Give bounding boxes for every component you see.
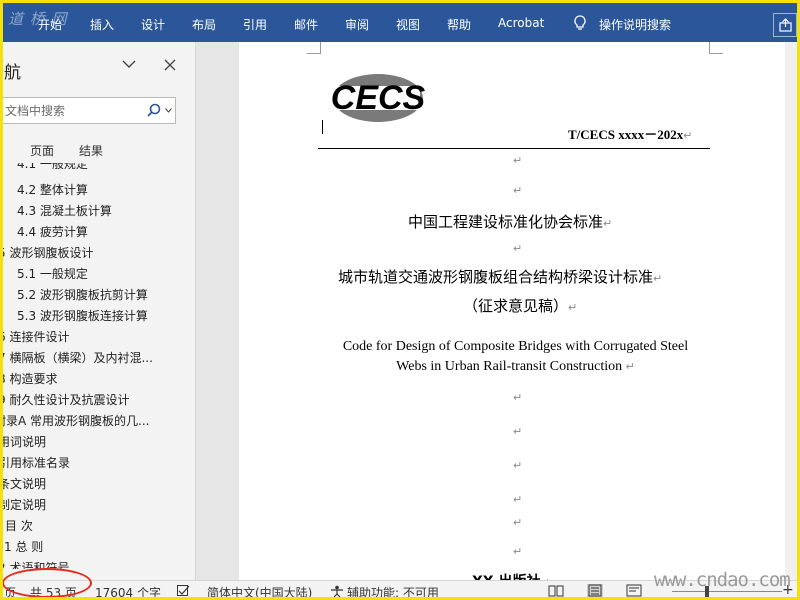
document-subtitle-cn: （征求意见稿）↵ [463,295,577,316]
paragraph-mark: ↵ [568,301,578,314]
search-icon[interactable] [147,103,161,117]
paragraph-mark: ↵ [513,545,523,558]
paragraph-mark: ↵ [625,361,635,373]
text-cursor [322,120,323,134]
tab-references[interactable]: 引用 [243,16,267,33]
heading-item[interactable]: 4.2 整体计算 [17,181,88,198]
heading-item[interactable]: 引用标准名录 [0,454,70,471]
tab-insert[interactable]: 插入 [90,16,114,33]
heading-item[interactable]: 制定说明 [0,496,46,513]
paragraph-mark: ↵ [513,493,523,506]
proofing-icon[interactable] [177,585,190,597]
heading-item[interactable]: 6 连接件设计 [0,328,69,345]
close-icon[interactable] [164,59,176,71]
paragraph-mark: ↵ [683,130,693,142]
heading-item[interactable]: 条文说明 [0,475,46,492]
tab-help[interactable]: 帮助 [447,16,471,33]
paragraph-mark: ↵ [513,154,523,167]
heading-item[interactable]: 1 总 则 [4,538,43,555]
heading-item[interactable]: 用词说明 [0,433,46,450]
heading-item[interactable]: 4.3 混凝土板计算 [17,202,112,219]
heading-item[interactable]: 目 次 [5,517,33,534]
nav-search-box[interactable] [0,97,176,124]
header-rule [318,148,710,149]
tab-view[interactable]: 视图 [396,16,420,33]
document-title-cn-text: 城市轨道交通波形钢腹板组合结构桥梁设计标准 [338,268,654,286]
search-options-chevron-icon[interactable] [165,108,172,113]
heading-item[interactable]: 4.4 疲劳计算 [17,223,88,240]
paragraph-mark: ↵ [513,425,523,438]
cecs-logo-text: CECS [331,79,426,117]
tab-design[interactable]: 设计 [141,16,165,33]
share-icon [779,18,792,32]
nav-tab-pages[interactable]: 页面 [30,142,54,159]
tab-home[interactable]: 开始 [38,16,62,33]
paragraph-mark: ↵ [513,391,523,404]
document-title-en: Code for Design of Composite Bridges wit… [318,337,713,377]
highlight-annotation [2,568,92,598]
document-title-en-line2: Webs in Urban Rail-transit Construction [396,359,623,374]
heading-item[interactable]: 5.3 波形钢腹板连接计算 [17,307,148,324]
watermark-bottom-right: www.cndao.com [654,569,791,591]
navigation-pane: 航 页面 结果 4.1 一般规定 4.2 整体计算 4.3 混凝土板计算 4.4… [0,42,196,580]
heading-item[interactable]: 9 耐久性设计及抗震设计 [0,391,129,408]
heading-item[interactable]: 7 横隔板（横梁）及内衬混... [0,349,153,366]
paragraph-mark: ↵ [513,459,523,472]
web-layout-icon[interactable] [626,584,642,597]
paragraph-mark: ↵ [513,242,523,255]
paragraph-mark: ↵ [513,516,523,529]
document-title-en-line2-wrap: Webs in Urban Rail-transit Construction … [318,357,713,377]
chevron-down-icon[interactable] [122,60,136,69]
tell-me-search[interactable]: 操作说明搜索 [599,16,671,33]
paragraph-mark: ↵ [513,184,523,197]
paragraph-mark: ↵ [603,217,613,230]
tab-layout[interactable]: 布局 [192,16,216,33]
standard-number: T/CECS xxxx－202x↵ [568,124,692,143]
tab-mailings[interactable]: 邮件 [294,16,318,33]
nav-tab-results[interactable]: 结果 [79,142,103,159]
word-count[interactable]: 17604 个字 [95,584,161,600]
document-title-en-line1: Code for Design of Composite Bridges wit… [342,339,689,354]
nav-search-input[interactable] [5,101,143,120]
vertical-scrollbar[interactable] [785,42,797,580]
heading-item[interactable]: 8 构造要求 [0,370,57,387]
heading-item[interactable]: 5 波形钢腹板设计 [0,244,93,261]
tab-review[interactable]: 审阅 [345,16,369,33]
lightbulb-icon[interactable] [573,15,587,31]
crop-mark [307,42,321,54]
print-layout-icon[interactable] [587,584,603,597]
accessibility-icon[interactable] [330,585,344,598]
document-subtitle-cn-text: （征求意见稿） [463,297,569,315]
nav-pane-title: 航 [4,63,21,83]
heading-item[interactable]: 5.1 一般规定 [17,265,88,282]
heading-item[interactable]: 附录A 常用波形钢腹板的几... [0,412,149,429]
org-heading-text: 中国工程建设标准化协会标准 [408,213,604,231]
read-mode-icon[interactable] [548,584,564,597]
share-button[interactable] [773,13,797,37]
paragraph-mark: ↵ [653,272,663,285]
ribbon-tab-bar: 道 桥 网 开始 插入 设计 布局 引用 邮件 审阅 视图 帮助 Acrobat… [0,0,800,42]
crop-mark [709,42,723,54]
language-indicator[interactable]: 简体中文(中国大陆) [207,584,312,600]
heading-item[interactable]: 5.2 波形钢腹板抗剪计算 [17,286,148,303]
accessibility-status[interactable]: 辅助功能: 不可用 [347,584,439,600]
cecs-logo: CECS [331,74,426,122]
tab-acrobat[interactable]: Acrobat [498,16,544,30]
org-heading: 中国工程建设标准化协会标准↵ [408,211,612,232]
zoom-slider-track[interactable] [672,591,782,592]
standard-number-text: T/CECS xxxx－202x [568,127,684,142]
document-title-cn: 城市轨道交通波形钢腹板组合结构桥梁设计标准↵ [338,266,662,287]
